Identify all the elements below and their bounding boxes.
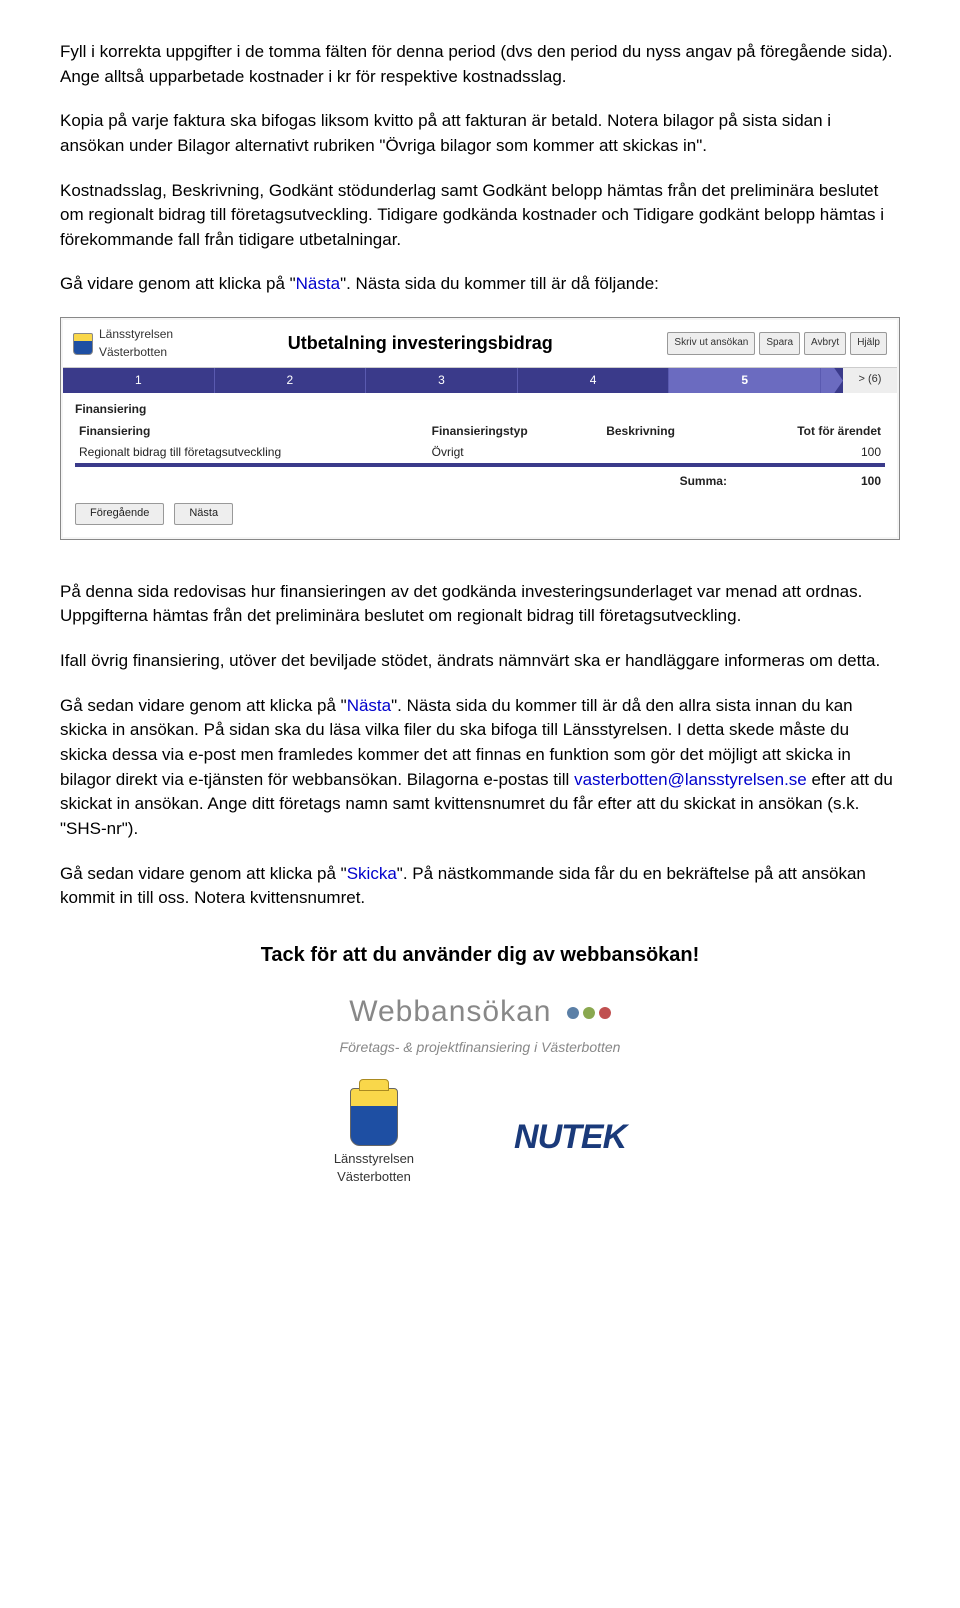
paragraph: Kostnadsslag, Beskrivning, Godkänt stödu…	[60, 179, 900, 253]
logo-text: Webbansökan	[349, 995, 551, 1028]
text: Västerbotten	[337, 1168, 411, 1187]
help-button[interactable]: Hjälp	[850, 332, 887, 355]
col-desc: Beskrivning	[602, 421, 731, 442]
step-5[interactable]: 5	[669, 368, 821, 393]
crest-icon	[350, 1088, 398, 1146]
cell: 100	[731, 442, 885, 465]
step-bar: 1 2 3 4 5 > (6)	[63, 368, 897, 393]
col-total: Tot för ärendet	[731, 421, 885, 442]
step-3[interactable]: 3	[366, 368, 518, 393]
app-screenshot: Länsstyrelsen Västerbotten Utbetalning i…	[60, 317, 900, 540]
text: ". Nästa sida du kommer till är då följa…	[340, 274, 659, 293]
org-region: Västerbotten	[99, 344, 173, 361]
thanks-heading: Tack för att du använder dig av webbansö…	[60, 941, 900, 970]
step-4[interactable]: 4	[518, 368, 670, 393]
cell: Övrigt	[428, 442, 603, 465]
table-row: Regionalt bidrag till företagsutveckling…	[75, 442, 885, 465]
crest-icon	[73, 333, 93, 355]
paragraph: Gå sedan vidare genom att klicka på "Näs…	[60, 694, 900, 842]
financing-table: Finansiering Finansieringstyp Beskrivnin…	[75, 421, 885, 493]
step-end[interactable]: > (6)	[843, 368, 897, 393]
text: Gå sedan vidare genom att klicka på "	[60, 696, 347, 715]
step-1[interactable]: 1	[63, 368, 215, 393]
prev-button[interactable]: Föregående	[75, 503, 164, 525]
step-arrow-icon	[821, 368, 843, 393]
section-title: Finansiering	[75, 401, 885, 418]
logo-dots-icon	[567, 1007, 611, 1019]
paragraph: Gå sedan vidare genom att klicka på "Ski…	[60, 862, 900, 911]
next-link-text: Nästa	[296, 274, 340, 293]
text: Gå vidare genom att klicka på "	[60, 274, 296, 293]
next-button[interactable]: Nästa	[174, 503, 233, 525]
sum-label: Summa:	[602, 471, 731, 492]
save-button[interactable]: Spara	[759, 332, 800, 355]
footer-logos: Webbansökan Företags- & projektfinansier…	[60, 990, 900, 1187]
cell	[602, 442, 731, 465]
send-link-text: Skicka	[347, 864, 397, 883]
webbansokan-sub: Företags- & projektfinansiering i Väster…	[60, 1037, 900, 1057]
text: Länsstyrelsen	[334, 1150, 414, 1169]
paragraph: På denna sida redovisas hur finansiering…	[60, 580, 900, 629]
paragraph: Gå vidare genom att klicka på "Nästa". N…	[60, 272, 900, 297]
text: Gå sedan vidare genom att klicka på "	[60, 864, 347, 883]
email-link[interactable]: vasterbotten@lansstyrelsen.se	[574, 770, 807, 789]
paragraph: Ifall övrig finansiering, utöver det bev…	[60, 649, 900, 674]
lansstyrelsen-logo: Länsstyrelsen Västerbotten	[334, 1088, 414, 1188]
app-logo: Länsstyrelsen Västerbotten	[73, 326, 173, 361]
step-2[interactable]: 2	[215, 368, 367, 393]
nutek-logo: NUTEK	[514, 1113, 626, 1162]
app-title: Utbetalning investeringsbidrag	[288, 330, 553, 356]
next-link-text: Nästa	[347, 696, 391, 715]
col-financing: Finansiering	[75, 421, 428, 442]
paragraph: Fyll i korrekta uppgifter i de tomma fäl…	[60, 40, 900, 89]
sum-value: 100	[731, 471, 885, 492]
org-name: Länsstyrelsen	[99, 326, 173, 343]
print-button[interactable]: Skriv ut ansökan	[667, 332, 755, 355]
cell: Regionalt bidrag till företagsutveckling	[75, 442, 428, 465]
app-header: Länsstyrelsen Västerbotten Utbetalning i…	[63, 320, 897, 368]
cancel-button[interactable]: Avbryt	[804, 332, 846, 355]
col-type: Finansieringstyp	[428, 421, 603, 442]
webbansokan-logo: Webbansökan	[60, 990, 900, 1034]
sum-row: Summa: 100	[75, 471, 885, 492]
paragraph: Kopia på varje faktura ska bifogas likso…	[60, 109, 900, 158]
